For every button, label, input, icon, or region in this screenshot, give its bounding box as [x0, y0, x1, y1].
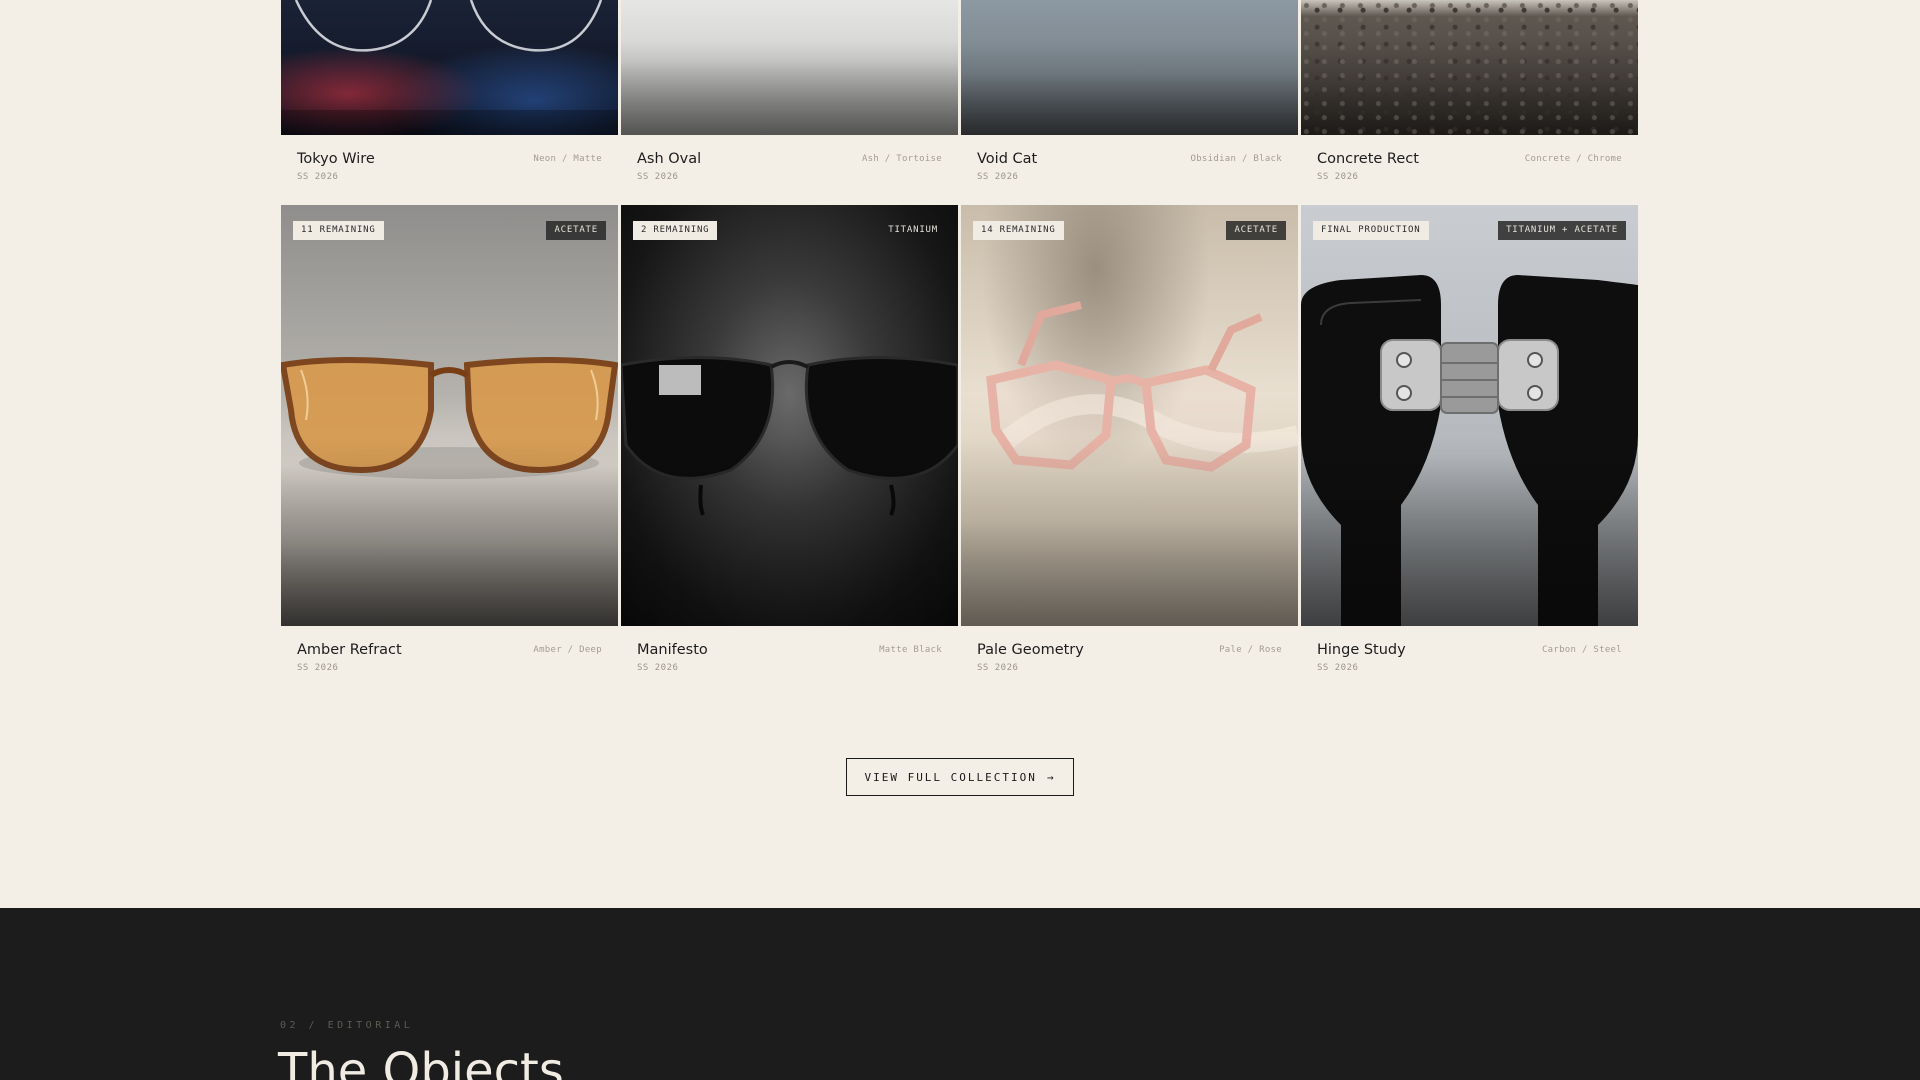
product-material: Matte Black [879, 645, 942, 655]
image-shade [1301, 436, 1638, 626]
product-season: SS 2026 [1317, 663, 1359, 673]
product-card-pale-geometry[interactable]: 14 REMAINING ACETATE Pale Geometry SS 20… [961, 205, 1298, 696]
product-card-amber-refract[interactable]: 11 REMAINING ACETATE Amber Refract SS 20… [281, 205, 618, 696]
product-season: SS 2026 [1317, 172, 1359, 182]
product-material: Amber / Deep [533, 645, 602, 655]
editorial-section: 02 / EDITORIAL The Objects [0, 908, 1920, 1080]
product-card-void-cat[interactable]: Void Cat SS 2026 Obsidian / Black [961, 0, 1298, 205]
product-image[interactable]: 11 REMAINING ACETATE [281, 205, 618, 626]
product-card-hinge-study[interactable]: FINAL PRODUCTION TITANIUM + ACETATE Hing… [1301, 205, 1638, 696]
arrow-right-icon: → [1046, 770, 1056, 784]
product-meta: Manifesto SS 2026 Matte Black [621, 626, 958, 696]
material-badge: ACETATE [546, 221, 606, 240]
product-material: Pale / Rose [1219, 645, 1282, 655]
stock-badge: 14 REMAINING [973, 221, 1064, 240]
cta-label: VIEW FULL COLLECTION [864, 770, 1037, 784]
view-full-collection-button[interactable]: VIEW FULL COLLECTION → [846, 758, 1074, 796]
section-eyebrow: 02 / EDITORIAL [280, 1020, 414, 1031]
product-material: Ash / Tortoise [861, 154, 942, 164]
product-card-manifesto[interactable]: 2 REMAINING TITANIUM Manifesto SS 2026 M… [621, 205, 958, 696]
product-meta: Concrete Rect SS 2026 Concrete / Chrome [1301, 135, 1638, 205]
image-shade [621, 436, 958, 626]
image-shade [281, 40, 618, 135]
image-shade [281, 436, 618, 626]
product-meta: Ash Oval SS 2026 Ash / Tortoise [621, 135, 958, 205]
product-image[interactable] [621, 0, 958, 135]
product-meta: Pale Geometry SS 2026 Pale / Rose [961, 626, 1298, 696]
stock-badge: FINAL PRODUCTION [1313, 221, 1429, 240]
product-image[interactable] [1301, 0, 1638, 135]
product-grid-top: Tokyo Wire SS 2026 Neon / Matte Ash Oval… [281, 0, 1639, 205]
product-meta: Amber Refract SS 2026 Amber / Deep [281, 626, 618, 696]
product-season: SS 2026 [637, 663, 679, 673]
product-meta: Tokyo Wire SS 2026 Neon / Matte [281, 135, 618, 205]
product-image[interactable]: 2 REMAINING TITANIUM [621, 205, 958, 626]
stock-badge: 2 REMAINING [633, 221, 718, 240]
product-season: SS 2026 [297, 663, 339, 673]
product-material: Concrete / Chrome [1524, 154, 1622, 164]
product-card-ash-oval[interactable]: Ash Oval SS 2026 Ash / Tortoise [621, 0, 958, 205]
product-material: Neon / Matte [533, 154, 602, 164]
product-season: SS 2026 [977, 172, 1019, 182]
product-image[interactable] [281, 0, 618, 135]
image-shade [1301, 40, 1638, 135]
product-material: Obsidian / Black [1190, 154, 1282, 164]
product-meta: Void Cat SS 2026 Obsidian / Black [961, 135, 1298, 205]
image-shade [621, 40, 958, 135]
product-season: SS 2026 [297, 172, 339, 182]
product-image[interactable]: 14 REMAINING ACETATE [961, 205, 1298, 626]
product-card-tokyo-wire[interactable]: Tokyo Wire SS 2026 Neon / Matte [281, 0, 618, 205]
image-shade [961, 436, 1298, 626]
stock-badge: 11 REMAINING [293, 221, 384, 240]
material-badge: TITANIUM [888, 225, 938, 235]
product-image[interactable]: FINAL PRODUCTION TITANIUM + ACETATE [1301, 205, 1638, 626]
product-season: SS 2026 [637, 172, 679, 182]
product-meta: Hinge Study SS 2026 Carbon / Steel [1301, 626, 1638, 696]
product-season: SS 2026 [977, 663, 1019, 673]
product-card-concrete-rect[interactable]: Concrete Rect SS 2026 Concrete / Chrome [1301, 0, 1638, 205]
image-shade [961, 40, 1298, 135]
section-title: The Objects [278, 1043, 564, 1080]
product-grid-bottom: 11 REMAINING ACETATE Amber Refract SS 20… [281, 205, 1639, 696]
product-image[interactable] [961, 0, 1298, 135]
material-badge: ACETATE [1226, 221, 1286, 240]
material-badge: TITANIUM + ACETATE [1498, 221, 1626, 240]
product-material: Carbon / Steel [1541, 645, 1622, 655]
